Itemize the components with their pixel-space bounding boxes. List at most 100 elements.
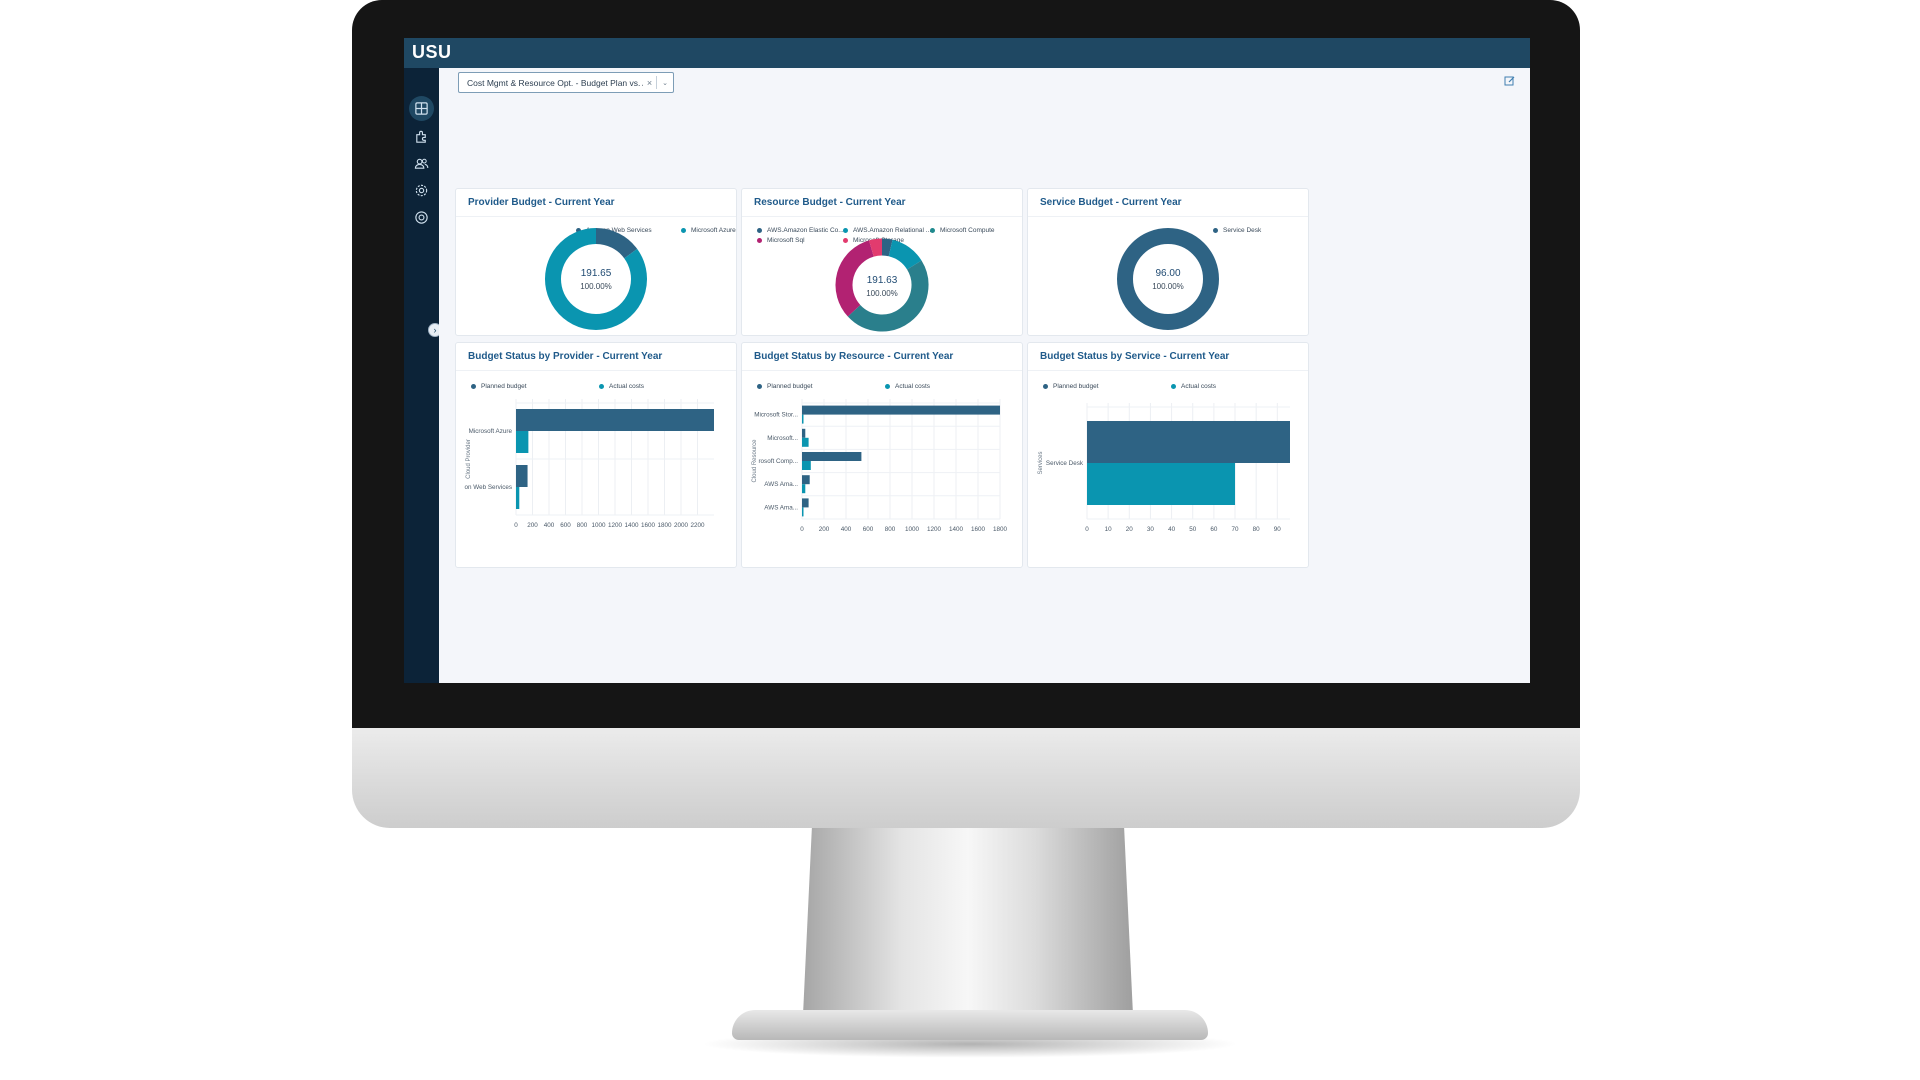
- x-tick-label: 800: [577, 522, 588, 529]
- y-axis-label: Cloud Resource: [752, 439, 758, 483]
- y-tick-label: on Web Services: [465, 484, 512, 491]
- donut-center-percent: 100.00%: [580, 282, 612, 291]
- bar[interactable]: [802, 507, 804, 517]
- x-tick-label: 1800: [657, 522, 672, 529]
- x-tick-label: 0: [800, 526, 804, 533]
- donut-slice[interactable]: [1117, 228, 1219, 330]
- donut-center-value: 191.65: [580, 268, 612, 279]
- x-tick-label: 50: [1189, 526, 1197, 533]
- x-tick-label: 70: [1232, 526, 1240, 533]
- donut-chart: [1117, 228, 1219, 330]
- donut-chart: [835, 238, 929, 332]
- y-tick-label: Microsoft Stor...: [754, 412, 798, 419]
- users-icon[interactable]: [409, 151, 434, 176]
- bar-chart: 0 200 400 600 800 1000 1200 1400 1600 1800 Cloud R…: [752, 399, 1008, 533]
- clear-icon[interactable]: ×: [643, 78, 656, 88]
- x-tick-label: 1600: [971, 526, 986, 533]
- edit-icon[interactable]: [1504, 74, 1518, 88]
- x-tick-label: 90: [1274, 526, 1282, 533]
- bar[interactable]: [802, 475, 810, 485]
- x-tick-label: 2200: [690, 522, 705, 529]
- bar[interactable]: [802, 437, 809, 447]
- bar[interactable]: [802, 461, 811, 470]
- donut-center-value: 191.63: [866, 275, 898, 286]
- x-tick-label: 200: [527, 522, 538, 529]
- x-tick-label: 1800: [993, 526, 1008, 533]
- monitor-stand-base: [732, 1010, 1208, 1040]
- x-tick-label: 2000: [674, 522, 689, 529]
- card-service-budget: Service Budget - Current Year Service De…: [1027, 188, 1309, 336]
- bar[interactable]: [802, 484, 806, 494]
- bar[interactable]: [802, 452, 862, 461]
- y-tick-label: rosoft Comp...: [758, 458, 798, 465]
- x-tick-label: 1200: [608, 522, 623, 529]
- donut-slice[interactable]: [869, 238, 883, 257]
- x-tick-label: 80: [1253, 526, 1261, 533]
- dashboard-icon[interactable]: [409, 96, 434, 121]
- donut-center-percent: 100.00%: [866, 289, 898, 298]
- donut-chart: [545, 228, 647, 330]
- y-tick-label: Microsoft...: [767, 435, 798, 442]
- x-tick-label: 1000: [905, 526, 920, 533]
- bar[interactable]: [516, 487, 520, 509]
- sidebar: ›: [404, 68, 442, 683]
- x-tick-label: 1600: [641, 522, 656, 529]
- usu-logo: USU: [412, 42, 452, 62]
- donut-slice[interactable]: [888, 239, 922, 270]
- app-screen: USU › Cost Mgmt & Resource Opt. - Budget…: [404, 38, 1530, 683]
- chevron-down-icon[interactable]: ⌄: [657, 79, 673, 87]
- x-tick-label: 400: [841, 526, 852, 533]
- top-bar: USU: [404, 38, 1530, 68]
- product-mockup: USU › Cost Mgmt & Resource Opt. - Budget…: [0, 0, 1920, 1080]
- card-resource-budget: Resource Budget - Current Year AWS.Amazo…: [741, 188, 1023, 336]
- monitor-chin: [352, 726, 1580, 828]
- bar[interactable]: [802, 405, 1000, 415]
- card-provider-budget: Provider Budget - Current Year Amazon We…: [455, 188, 737, 336]
- y-axis-label: Cloud Provider: [466, 439, 472, 479]
- donut-center-percent: 100.00%: [1152, 282, 1184, 291]
- help-icon[interactable]: [409, 205, 434, 230]
- x-tick-label: 200: [819, 526, 830, 533]
- y-tick-label: Microsoft Azure: [469, 428, 513, 435]
- bar[interactable]: [802, 498, 809, 508]
- bar[interactable]: [516, 409, 714, 431]
- bar[interactable]: [1087, 463, 1236, 505]
- x-tick-label: 0: [1085, 526, 1089, 533]
- donut-slice[interactable]: [881, 238, 893, 257]
- bar[interactable]: [516, 465, 528, 487]
- bar-chart: 0 200 400 600 800 1000 1200 1400 1600 1800 2000 220…: [465, 399, 714, 529]
- y-tick-label: Service Desk: [1046, 460, 1084, 467]
- x-tick-label: 1400: [949, 526, 964, 533]
- bar-chart: 0 10 20 30 40 50 60 70 80 90 Services Service Desk: [1038, 403, 1290, 533]
- gear-icon[interactable]: [409, 178, 434, 203]
- y-axis-label: Services: [1038, 451, 1044, 474]
- bar[interactable]: [1087, 421, 1290, 463]
- card-status-service: Budget Status by Service - Current Year …: [1027, 342, 1309, 568]
- donut-center-value: 96.00: [1155, 268, 1181, 279]
- card-status-provider: Budget Status by Provider - Current Year…: [455, 342, 737, 568]
- dashboard-selector-value: Cost Mgmt & Resource Opt. - Budget Plan …: [467, 77, 643, 88]
- monitor-stand-neck: [802, 826, 1134, 1036]
- x-tick-label: 1400: [624, 522, 639, 529]
- bar[interactable]: [516, 431, 529, 453]
- dashboard-content: Cost Mgmt & Resource Opt. - Budget Plan …: [439, 68, 1530, 683]
- x-tick-label: 30: [1147, 526, 1155, 533]
- x-tick-label: 10: [1105, 526, 1113, 533]
- x-tick-label: 600: [863, 526, 874, 533]
- bar[interactable]: [802, 428, 806, 438]
- x-tick-label: 600: [560, 522, 571, 529]
- x-tick-label: 1000: [591, 522, 606, 529]
- x-tick-label: 20: [1126, 526, 1134, 533]
- y-tick-label: AWS Ama...: [764, 481, 798, 488]
- x-tick-label: 800: [885, 526, 896, 533]
- x-tick-label: 0: [514, 522, 518, 529]
- puzzle-icon[interactable]: [409, 124, 434, 149]
- dashboard-selector[interactable]: Cost Mgmt & Resource Opt. - Budget Plan …: [458, 72, 674, 93]
- y-tick-label: AWS Ama...: [764, 504, 798, 511]
- x-tick-label: 40: [1168, 526, 1176, 533]
- donut-slice[interactable]: [595, 228, 638, 259]
- bar[interactable]: [802, 414, 804, 424]
- x-tick-label: 400: [544, 522, 555, 529]
- x-tick-label: 60: [1210, 526, 1218, 533]
- x-tick-label: 1200: [927, 526, 942, 533]
